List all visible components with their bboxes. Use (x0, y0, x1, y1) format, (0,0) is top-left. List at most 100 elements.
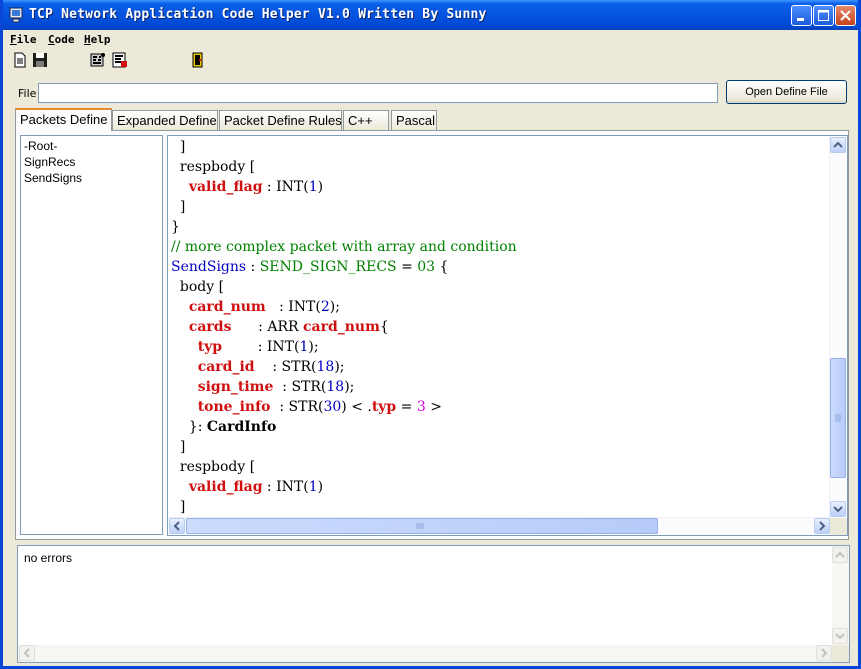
menu-code-mnemonic: C (48, 33, 55, 46)
chevron-left-icon (23, 648, 30, 658)
code-token: SEND_SIGN_RECS (259, 259, 397, 275)
output-scroll-left-button[interactable] (19, 645, 35, 661)
code-token: card_num (302, 319, 380, 335)
generate-code-icon[interactable] (89, 51, 107, 69)
code-token: card_id (197, 359, 255, 375)
code-token: : INT( (262, 179, 309, 195)
title-bar[interactable]: TCP Network Application Code Helper V1.0… (3, 0, 858, 30)
code-token: ); (329, 299, 340, 315)
output-scroll-down-button[interactable] (832, 628, 848, 644)
output-scroll-up-button[interactable] (832, 547, 848, 563)
code-token: }: (171, 419, 207, 435)
chevron-right-icon (819, 521, 826, 531)
horizontal-scroll-thumb[interactable] (186, 518, 658, 534)
chevron-right-icon (821, 648, 828, 658)
packet-tree[interactable]: -Root- SignRecs SendSigns (20, 135, 163, 535)
editor-horizontal-scrollbar[interactable] (168, 517, 831, 535)
code-line: cards : ARR card_num{ (171, 317, 389, 337)
menu-file[interactable]: File (10, 33, 37, 46)
code-line: respbody [ (171, 157, 255, 177)
menu-code[interactable]: Code (48, 33, 75, 46)
code-token: : INT( (222, 339, 300, 355)
code-token: CardInfo (206, 419, 277, 435)
generate-code-2-icon[interactable] (111, 51, 129, 69)
chevron-left-icon (173, 521, 180, 531)
output-horizontal-scrollbar[interactable] (18, 645, 833, 662)
code-line: SendSigns : SEND_SIGN_RECS = 03 { (171, 257, 448, 277)
output-scroll-right-button[interactable] (816, 645, 832, 661)
tree-item-signrecs[interactable]: SignRecs (24, 155, 75, 169)
vertical-scroll-thumb[interactable] (830, 358, 846, 478)
code-line: ] (171, 497, 185, 517)
chevron-down-icon (835, 633, 845, 640)
code-line: // more complex packet with array and co… (171, 237, 517, 257)
menu-help-label: elp (90, 33, 111, 46)
tab-packet-define-rules[interactable]: Packet Define Rules (219, 110, 342, 130)
code-token: { (379, 319, 389, 335)
scroll-right-button[interactable] (814, 518, 830, 534)
code-token: respbody [ (171, 459, 256, 475)
code-token: 18 (316, 359, 335, 375)
tab-pascal[interactable]: Pascal (391, 110, 437, 130)
code-line: } (171, 217, 180, 237)
app-window: TCP Network Application Code Helper V1.0… (0, 0, 861, 669)
code-line: card_num : INT(2); (171, 297, 340, 317)
code-token: valid_flag (188, 179, 263, 195)
editor-vertical-scrollbar[interactable] (829, 136, 847, 518)
code-line: valid_flag : INT(1) (171, 477, 323, 497)
code-token: ); (334, 359, 345, 375)
code-token: ) (317, 179, 324, 195)
minimize-button[interactable] (791, 5, 812, 26)
code-line: typ : INT(1); (171, 337, 319, 357)
scroll-up-button[interactable] (830, 137, 846, 153)
output-scroll-corner (832, 645, 849, 662)
tab-strip: Packets Define Expanded Define Packet De… (15, 108, 855, 131)
open-define-file-button[interactable]: Open Define File (726, 80, 847, 104)
code-line: }: CardInfo (171, 417, 277, 437)
scroll-corner (830, 518, 847, 535)
code-token: typ (371, 399, 397, 415)
error-output-panel[interactable]: no errors (17, 545, 850, 663)
code-token: 1 (308, 179, 318, 195)
file-label: File (18, 87, 37, 100)
code-text-area[interactable]: ] respbody [ valid_flag : INT(1) ]}// mo… (168, 136, 831, 518)
menu-help[interactable]: Help (84, 33, 111, 46)
menu-help-mnemonic: H (84, 33, 91, 46)
file-path-input[interactable] (38, 83, 718, 103)
code-token: cards (188, 319, 232, 335)
code-token: : (246, 259, 260, 275)
code-line: tone_info : STR(30) < .typ = 3 > (171, 397, 442, 417)
chevron-up-icon (835, 551, 845, 558)
scroll-left-button[interactable] (169, 518, 185, 534)
code-token: 3 (416, 399, 426, 415)
new-file-icon[interactable] (11, 51, 29, 69)
tree-item-root[interactable]: -Root- (24, 139, 57, 153)
close-button[interactable] (835, 5, 856, 26)
tab-cpp[interactable]: C++ (343, 110, 389, 130)
save-icon[interactable] (31, 51, 49, 69)
close-icon (840, 10, 851, 21)
code-token: ] (171, 199, 186, 215)
code-line: ] (171, 197, 185, 217)
code-token: 2 (320, 299, 330, 315)
output-vertical-scrollbar[interactable] (832, 546, 849, 645)
tree-item-sendsigns[interactable]: SendSigns (24, 171, 82, 185)
maximize-button[interactable] (813, 5, 834, 26)
code-token: SendSigns (171, 259, 247, 275)
code-token: : INT( (262, 479, 309, 495)
scroll-down-button[interactable] (830, 501, 846, 517)
code-token: body [ (171, 279, 225, 295)
code-editor[interactable]: ] respbody [ valid_flag : INT(1) ]}// mo… (167, 135, 848, 536)
code-token: { (435, 259, 449, 275)
exit-icon[interactable] (189, 51, 207, 69)
code-token: 03 (417, 259, 436, 275)
chevron-down-icon (833, 506, 843, 513)
toolbar (3, 49, 858, 73)
grip-icon (835, 414, 841, 422)
tab-expanded-define[interactable]: Expanded Define (112, 110, 218, 130)
tab-packets-define[interactable]: Packets Define (15, 108, 112, 131)
